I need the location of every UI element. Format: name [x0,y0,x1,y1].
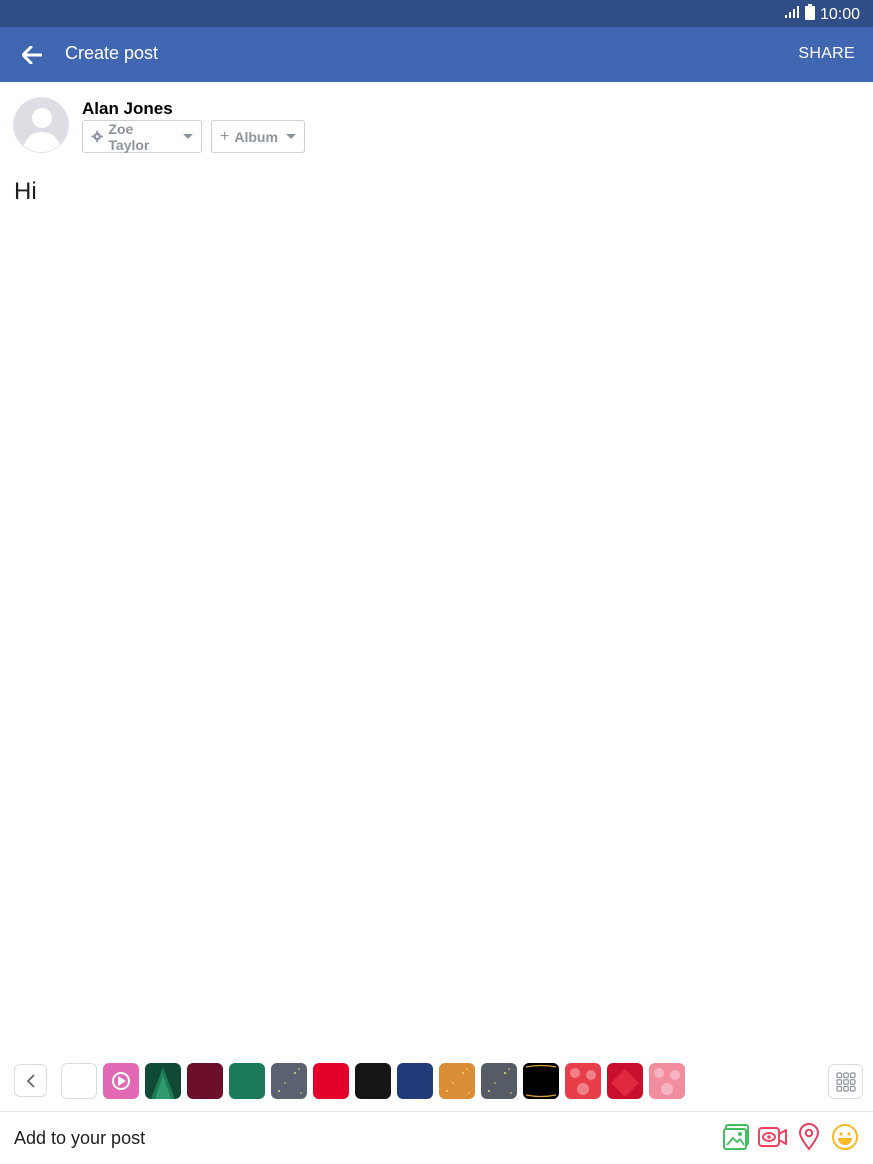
background-swatch-emerald[interactable] [229,1063,265,1099]
photo-icon[interactable] [722,1122,752,1152]
background-swatch-plain-white[interactable] [61,1063,97,1099]
back-arrow-icon [22,46,42,64]
background-swatch-navy[interactable] [397,1063,433,1099]
album-selector[interactable]: + Album [211,120,305,153]
plus-icon: + [220,127,230,145]
chevron-down-icon [285,134,296,139]
gear-icon [91,130,103,143]
signal-icon [784,5,800,24]
user-name: Alan Jones [82,99,173,118]
privacy-label: Zoe Taylor [108,120,150,153]
grid-icon [835,1071,856,1092]
background-swatch-pink-hearts-animated[interactable] [103,1063,139,1099]
page-title: Create post [65,43,159,63]
background-swatch-grey-glitter[interactable] [481,1063,517,1099]
background-swatch-red-hearts[interactable] [565,1063,601,1099]
status-right: 10:00 [784,4,860,25]
add-to-post-actions [722,1122,860,1152]
divider [0,1111,873,1112]
more-backgrounds-button[interactable] [828,1064,863,1099]
post-text-input[interactable]: Hi [14,178,37,206]
share-button[interactable]: SHARE [798,45,855,63]
background-swatch-red-diamond[interactable] [607,1063,643,1099]
app-bar: Create post SHARE [0,27,873,82]
status-time: 10:00 [819,5,860,23]
background-selector [0,1060,873,1102]
background-swatch-black-gold[interactable] [523,1063,559,1099]
chevron-down-icon [183,134,193,139]
live-video-icon[interactable] [758,1122,788,1152]
avatar [13,97,69,153]
background-swatch-red[interactable] [313,1063,349,1099]
add-to-post-label[interactable]: Add to your post [14,1128,145,1149]
back-button[interactable] [16,39,48,71]
privacy-selector[interactable]: Zoe Taylor [82,120,202,153]
battery-icon [804,4,815,25]
background-swatch-pink-hearts[interactable] [649,1063,685,1099]
album-label: Album [234,128,278,145]
background-swatch-slate-confetti[interactable] [271,1063,307,1099]
collapse-backgrounds-button[interactable] [14,1064,47,1097]
background-swatch-orange-glitter[interactable] [439,1063,475,1099]
status-bar: 10:00 [0,0,873,27]
background-swatch-black[interactable] [355,1063,391,1099]
background-swatch-maroon[interactable] [187,1063,223,1099]
chevron-left-icon [26,1073,35,1088]
feeling-icon[interactable] [830,1122,860,1152]
background-swatch-dark-green-tree[interactable] [145,1063,181,1099]
check-in-icon[interactable] [794,1122,824,1152]
